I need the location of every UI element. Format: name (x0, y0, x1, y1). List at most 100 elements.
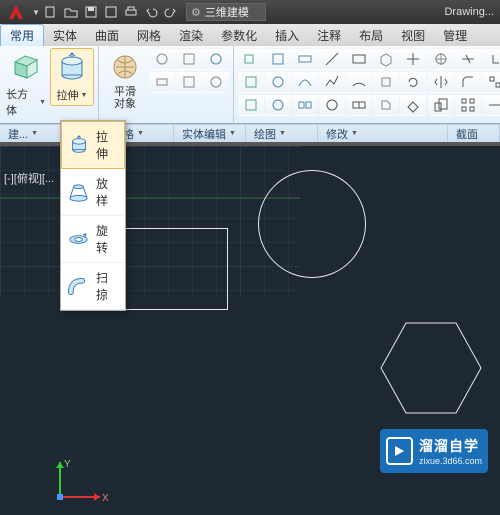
extrude-icon (55, 51, 89, 85)
mesh-tool-4[interactable] (149, 71, 175, 93)
menu-item-loft[interactable]: 放样 (61, 169, 125, 216)
app-menu-dropdown[interactable]: ▼ (32, 8, 42, 17)
tab-manage[interactable]: 管理 (434, 24, 476, 46)
sweep-icon (67, 274, 90, 298)
ucs-axis-icon: X Y (50, 457, 110, 507)
tool-b6[interactable] (373, 71, 399, 93)
menu-item-label: 扫掠 (96, 269, 119, 303)
menu-item-label: 旋转 (96, 222, 119, 256)
mesh-tool-2[interactable] (176, 48, 202, 70)
mod-mirror[interactable] (428, 71, 454, 93)
menu-item-label: 拉伸 (96, 128, 118, 162)
tool-polyline[interactable] (319, 71, 345, 93)
shape-circle[interactable] (258, 170, 366, 278)
new-icon[interactable] (42, 3, 60, 21)
mod-scale[interactable] (428, 94, 454, 116)
panel-title-solid-edit[interactable]: 实体编辑▼ (174, 125, 246, 142)
tool-move[interactable] (400, 48, 426, 70)
mesh-tool-6[interactable] (203, 71, 229, 93)
mesh-tool-5[interactable] (176, 71, 202, 93)
tool-a3[interactable] (292, 48, 318, 70)
print-icon[interactable] (122, 3, 140, 21)
extrude-dropdown-menu: 拉伸 放样 旋转 扫掠 (60, 120, 126, 311)
box-button[interactable]: 长方体▼ (4, 48, 48, 120)
play-icon (386, 437, 413, 465)
tool-c3[interactable] (292, 94, 318, 116)
tool-offset[interactable] (346, 94, 372, 116)
tool-cube[interactable] (373, 48, 399, 70)
app-logo[interactable] (2, 1, 30, 23)
mod-trim[interactable] (455, 48, 481, 70)
tool-b1[interactable] (238, 71, 264, 93)
tool-erase[interactable] (400, 94, 426, 116)
mod-3[interactable] (482, 48, 500, 70)
watermark-title: 溜溜自学 (419, 436, 482, 456)
ribbon-panel-model: 长方体▼ 拉伸▼ (0, 46, 99, 123)
box-label: 长方体 (6, 86, 37, 118)
tool-line[interactable] (319, 48, 345, 70)
mod-13[interactable] (482, 94, 500, 116)
mod-8[interactable] (482, 71, 500, 93)
tool-arc[interactable] (346, 71, 372, 93)
tab-common[interactable]: 常用 (0, 24, 44, 46)
tab-parametric[interactable]: 参数化 (212, 24, 266, 46)
revolve-icon (67, 227, 90, 251)
menu-item-label: 放样 (96, 175, 119, 209)
menu-item-revolve[interactable]: 旋转 (61, 216, 125, 263)
tool-a1[interactable] (238, 48, 264, 70)
watermark: 溜溜自学 zixue.3d66.com (380, 429, 488, 473)
mesh-tool-3[interactable] (203, 48, 229, 70)
tool-rect[interactable] (346, 48, 372, 70)
chevron-down-icon: ▼ (254, 9, 261, 16)
tab-view[interactable]: 视图 (392, 24, 434, 46)
mod-array[interactable] (455, 94, 481, 116)
mesh-tool-1[interactable] (149, 48, 175, 70)
tool-rotate[interactable] (400, 71, 426, 93)
tool-b2[interactable] (265, 71, 291, 93)
tool-c2[interactable] (265, 94, 291, 116)
save-icon[interactable] (82, 3, 100, 21)
workspace-combo[interactable]: ⚙ 三维建模 ▼ (186, 3, 266, 21)
mod-1[interactable] (428, 48, 454, 70)
extrude-label: 拉伸 (57, 87, 79, 103)
shape-hexagon[interactable] (376, 318, 486, 418)
saveas-icon[interactable] (102, 3, 120, 21)
title-bar: ▼ ⚙ 三维建模 ▼ Drawing... (0, 0, 500, 24)
tool-circle[interactable] (319, 94, 345, 116)
tab-solid[interactable]: 实体 (44, 24, 86, 46)
tab-surface[interactable]: 曲面 (86, 24, 128, 46)
svg-text:Y: Y (64, 459, 71, 470)
quick-access-toolbar (42, 3, 180, 21)
redo-icon[interactable] (162, 3, 180, 21)
mod-fillet[interactable] (455, 71, 481, 93)
panel-title-modify[interactable]: 修改▼ (318, 125, 448, 142)
tab-render[interactable]: 渲染 (170, 24, 212, 46)
gear-icon: ⚙ (191, 6, 201, 19)
smooth-icon (108, 50, 142, 84)
box-icon (9, 50, 43, 84)
ribbon-tabbar: 常用 实体 曲面 网格 渲染 参数化 插入 注释 布局 视图 管理 (0, 24, 500, 46)
window-title: Drawing... (444, 6, 498, 18)
extrude-button[interactable]: 拉伸▼ (50, 48, 94, 106)
workspace-combo-label: 三维建模 (205, 4, 249, 20)
tool-c1[interactable] (238, 94, 264, 116)
watermark-url: zixue.3d66.com (419, 456, 482, 466)
viewport-label[interactable]: [-][俯视][... (4, 170, 54, 186)
tab-annotate[interactable]: 注释 (308, 24, 350, 46)
tab-layout[interactable]: 布局 (350, 24, 392, 46)
undo-icon[interactable] (142, 3, 160, 21)
svg-text:X: X (102, 493, 109, 504)
panel-title-section[interactable]: 截面 (448, 125, 500, 142)
tab-mesh[interactable]: 网格 (128, 24, 170, 46)
tool-c6[interactable] (373, 94, 399, 116)
panel-title-draw[interactable]: 绘图▼ (246, 125, 318, 142)
smooth-button[interactable]: 平滑 对象 (103, 48, 147, 112)
tool-b3[interactable] (292, 71, 318, 93)
loft-icon (67, 180, 90, 204)
tab-insert[interactable]: 插入 (266, 24, 308, 46)
open-icon[interactable] (62, 3, 80, 21)
menu-item-sweep[interactable]: 扫掠 (61, 263, 125, 310)
menu-item-extrude[interactable]: 拉伸 (61, 121, 125, 169)
tool-a2[interactable] (265, 48, 291, 70)
shape-rectangle[interactable] (108, 228, 228, 310)
